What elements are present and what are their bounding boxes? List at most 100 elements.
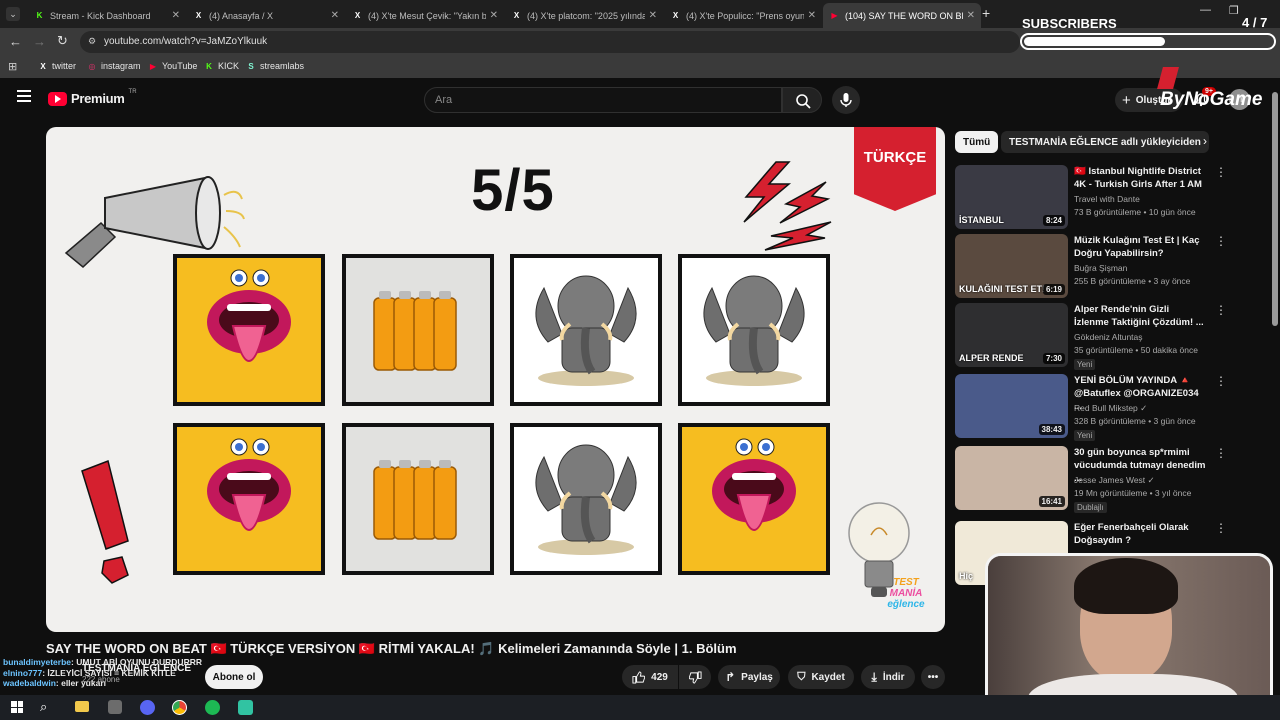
- recommended-channel-name[interactable]: Red Bull Mikstep ✓: [1074, 403, 1147, 414]
- recommended-video-title[interactable]: Eğer Fenerbahçeli Olarak Doğsaydın ?: [1074, 521, 1206, 547]
- close-tab-icon[interactable]: ✕: [967, 10, 975, 21]
- close-tab-icon[interactable]: ✕: [808, 10, 816, 21]
- webcam-person-hair: [1074, 558, 1178, 614]
- more-options-icon[interactable]: ⋮: [1215, 521, 1227, 535]
- tab-search-chevron-icon[interactable]: ⌄: [6, 7, 20, 21]
- discord-icon[interactable]: [140, 700, 155, 715]
- grid-cell-battery: [342, 423, 494, 575]
- search-button[interactable]: [782, 87, 822, 113]
- turkce-banner: TÜRKÇE: [854, 127, 936, 211]
- recommended-channel-name[interactable]: Travel with Dante: [1074, 194, 1140, 204]
- recommended-video-meta: 73 B görüntüleme • 10 gün önce: [1074, 207, 1196, 217]
- window-restore-button[interactable]: ❐: [1229, 4, 1239, 17]
- dislike-button[interactable]: [679, 665, 711, 689]
- bookmark-item[interactable]: K KICK: [204, 61, 239, 71]
- video-thumbnail[interactable]: KULAĞINI TEST ET! 6:19: [955, 234, 1068, 298]
- video-thumbnail[interactable]: 38:43: [955, 374, 1068, 438]
- brand-eglence: eğlence: [887, 599, 925, 610]
- like-button[interactable]: 429: [622, 665, 678, 689]
- recommended-channel-name[interactable]: Gökdeniz Altuntaş: [1074, 332, 1143, 342]
- browser-tab[interactable]: K Stream - Kick Dashboard ✕: [28, 3, 186, 28]
- bookmark-item[interactable]: ◎ instagram: [87, 61, 141, 71]
- file-explorer-icon[interactable]: [75, 701, 89, 712]
- browser-tab[interactable]: X (4) X'te platcom: "2025 yılında s ✕: [505, 3, 663, 28]
- address-bar[interactable]: ⚙ youtube.com/watch?v=JaMZoYlkuuk: [80, 31, 1020, 53]
- bookmark-favicon-icon: ◎: [88, 61, 96, 71]
- window-minimize-button[interactable]: —: [1200, 4, 1211, 16]
- recommended-video[interactable]: KULAĞINI TEST ET! 6:19 Müzik Kulağını Test…: [955, 234, 1265, 300]
- recommended-channel-name[interactable]: Buğra Şişman: [1074, 263, 1127, 273]
- site-info-icon[interactable]: ⚙: [88, 36, 96, 47]
- browser-tab[interactable]: X (4) X'te Mesut Çevik: "Yakın bir ✕: [346, 3, 504, 28]
- more-options-icon[interactable]: ⋮: [1215, 303, 1227, 317]
- new-tab-button[interactable]: +: [982, 5, 990, 21]
- close-tab-icon[interactable]: ✕: [490, 10, 498, 21]
- recommended-video-title[interactable]: Müzik Kulağını Test Et | Kaç Doğru Yapab…: [1074, 234, 1206, 260]
- spotify-icon[interactable]: [205, 700, 220, 715]
- chip-from-uploader[interactable]: TESTMANİA EĞLENCE adlı yükleyiciden: [1001, 131, 1209, 153]
- save-button[interactable]: ⛉ Kaydet: [788, 665, 854, 689]
- download-button[interactable]: ⤓ İndir: [861, 665, 915, 689]
- streamlabs-icon[interactable]: [238, 700, 253, 715]
- video-thumbnail[interactable]: 16:41: [955, 446, 1068, 510]
- bynogame-logo: ByNoGame: [1157, 67, 1280, 111]
- chat-message: : İZLEYİCİ SAYISI = KEMİK KİTLE: [42, 667, 176, 678]
- thumbnail-text: İSTANBUL: [959, 215, 1004, 225]
- recommended-video[interactable]: 38:43 YENİ BÖLÜM YAYINDA 🔺 @Batuflex @ORG…: [955, 374, 1265, 441]
- grid-cell-elephant: [678, 254, 830, 406]
- youtube-logo[interactable]: Premium TR: [48, 89, 137, 106]
- close-tab-icon[interactable]: ✕: [172, 10, 180, 21]
- reload-icon[interactable]: ↻: [57, 33, 68, 49]
- x-icon: X: [354, 11, 361, 20]
- more-options-icon[interactable]: ⋮: [1215, 374, 1227, 388]
- app-icon[interactable]: [108, 700, 122, 714]
- search-icon[interactable]: ⌕: [40, 699, 47, 715]
- hamburger-menu-icon[interactable]: [17, 90, 31, 102]
- search-icon: [796, 94, 811, 109]
- elephant-icon: [535, 275, 637, 386]
- more-actions-button[interactable]: •••: [921, 665, 945, 689]
- bookmark-item[interactable]: Sstreamlabs: [246, 61, 304, 71]
- browser-tab[interactable]: ▶ (104) SAY THE WORD ON BEAT ✕: [823, 3, 981, 28]
- subscribe-button[interactable]: Abone ol: [205, 665, 263, 689]
- windows-start-icon[interactable]: [11, 701, 23, 713]
- bookmark-label: KICK: [218, 61, 240, 71]
- microphone-icon: [840, 93, 852, 107]
- more-options-icon[interactable]: ⋮: [1215, 165, 1227, 179]
- recommended-video[interactable]: İSTANBUL 8:24 🇹🇷 Istanbul Nightlife Distri…: [955, 165, 1265, 231]
- recommended-video-title[interactable]: 🇹🇷 Istanbul Nightlife District 4K - Turk…: [1074, 165, 1206, 191]
- video-thumbnail[interactable]: İSTANBUL 8:24: [955, 165, 1068, 229]
- recommended-channel-name[interactable]: Jesse James West ✓: [1074, 475, 1155, 486]
- share-button[interactable]: ↱ Paylaş: [718, 665, 780, 689]
- recommended-video-meta: 19 Mn görüntüleme • 3 yıl önce: [1074, 488, 1192, 498]
- forward-arrow-icon[interactable]: →: [33, 34, 46, 49]
- close-tab-icon[interactable]: ✕: [331, 10, 339, 21]
- battery-icon: [373, 291, 457, 371]
- chips-next-chevron-icon[interactable]: ›: [1203, 134, 1207, 148]
- chip-all[interactable]: Tümü: [955, 131, 999, 153]
- address-url: youtube.com/watch?v=JaMZoYlkuuk: [104, 36, 268, 47]
- video-player[interactable]: 5/5 TÜRKÇE TEST MANİA eğlence: [46, 127, 945, 632]
- tab-title: (4) X'te Mesut Çevik: "Yakın bir: [368, 10, 486, 21]
- more-options-icon[interactable]: ⋮: [1215, 234, 1227, 248]
- subscriber-goal-count: 4 / 7: [1242, 15, 1268, 30]
- bookmark-item[interactable]: Xtwitter: [38, 61, 76, 71]
- more-options-icon[interactable]: ⋮: [1215, 446, 1227, 460]
- video-duration: 7:30: [1042, 353, 1065, 364]
- voice-search-button[interactable]: [832, 86, 860, 114]
- video-thumbnail[interactable]: ALPER RENDE 7:30: [955, 303, 1068, 367]
- chrome-icon[interactable]: [172, 700, 187, 715]
- apps-grid-icon[interactable]: ⊞: [8, 60, 17, 73]
- recommended-video[interactable]: 16:41 30 gün boyunca sp*rmimi vücudumda t…: [955, 446, 1265, 513]
- back-arrow-icon[interactable]: ←: [9, 34, 22, 49]
- close-tab-icon[interactable]: ✕: [649, 10, 657, 21]
- sidebar-scrollbar[interactable]: [1272, 92, 1278, 326]
- recommended-video-title[interactable]: Alper Rende'nin Gizli İzlenme Taktiğini …: [1074, 303, 1206, 329]
- browser-tab[interactable]: X (4) Anasayfa / X ✕: [187, 3, 345, 28]
- search-input[interactable]: Ara: [424, 87, 782, 113]
- bookmark-item[interactable]: ▶ YouTube: [148, 61, 197, 71]
- brand-mania: MANİA: [889, 588, 923, 599]
- brand-test: TEST: [893, 577, 919, 588]
- recommended-video[interactable]: ALPER RENDE 7:30 Alper Rende'nin Gizli İzl…: [955, 303, 1265, 370]
- browser-tab[interactable]: X (4) X'te Populicc: "Prens oyuncu ✕: [664, 3, 822, 28]
